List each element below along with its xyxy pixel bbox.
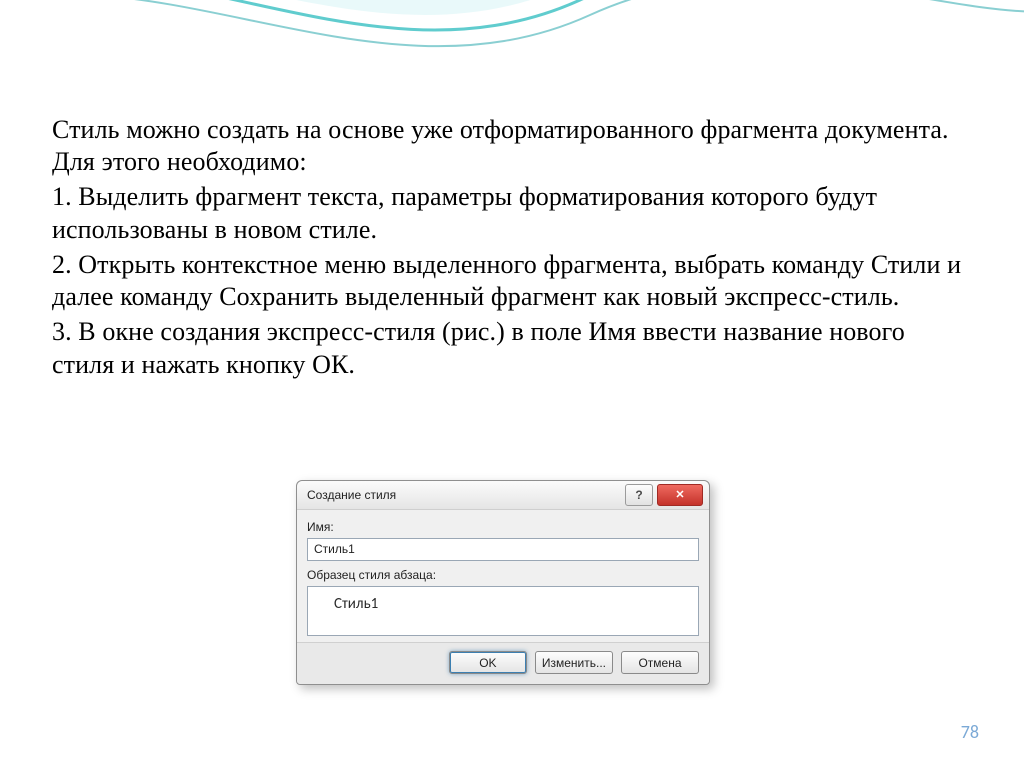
paragraph-intro: Стиль можно создать на основе уже отформ…	[52, 114, 972, 178]
name-input-value: Стиль1	[314, 542, 355, 556]
body-text: Стиль можно создать на основе уже отформ…	[52, 114, 972, 384]
paragraph-step1: 1. Выделить фрагмент текста, параметры ф…	[52, 181, 972, 245]
dialog-body: Имя: Стиль1 Образец стиля абзаца: Стиль1	[297, 510, 709, 642]
preview-label: Образец стиля абзаца:	[307, 568, 699, 582]
close-button[interactable]: ✕	[657, 484, 703, 506]
name-input[interactable]: Стиль1	[307, 538, 699, 561]
style-preview: Стиль1	[307, 586, 699, 636]
dialog-screenshot: Создание стиля ? ✕ Имя: Стиль1 Образец с…	[296, 480, 710, 685]
modify-button[interactable]: Изменить...	[535, 651, 613, 674]
ok-button[interactable]: OK	[449, 651, 527, 674]
name-label: Имя:	[307, 520, 699, 534]
dialog-title: Создание стиля	[307, 488, 621, 502]
slide: Стиль можно создать на основе уже отформ…	[0, 0, 1024, 767]
close-icon: ✕	[675, 490, 684, 501]
help-button[interactable]: ?	[625, 484, 653, 506]
dialog-titlebar: Создание стиля ? ✕	[297, 481, 709, 510]
paragraph-step3: 3. В окне создания экспресс-стиля (рис.)…	[52, 316, 972, 380]
decorative-wave	[0, 0, 1024, 110]
paragraph-step2: 2. Открыть контекстное меню выделенного …	[52, 249, 972, 313]
create-style-dialog: Создание стиля ? ✕ Имя: Стиль1 Образец с…	[296, 480, 710, 685]
dialog-button-row: OK Изменить... Отмена	[297, 642, 709, 684]
help-icon: ?	[635, 488, 642, 502]
cancel-button[interactable]: Отмена	[621, 651, 699, 674]
preview-text: Стиль1	[334, 595, 378, 613]
page-number: 78	[961, 721, 979, 743]
